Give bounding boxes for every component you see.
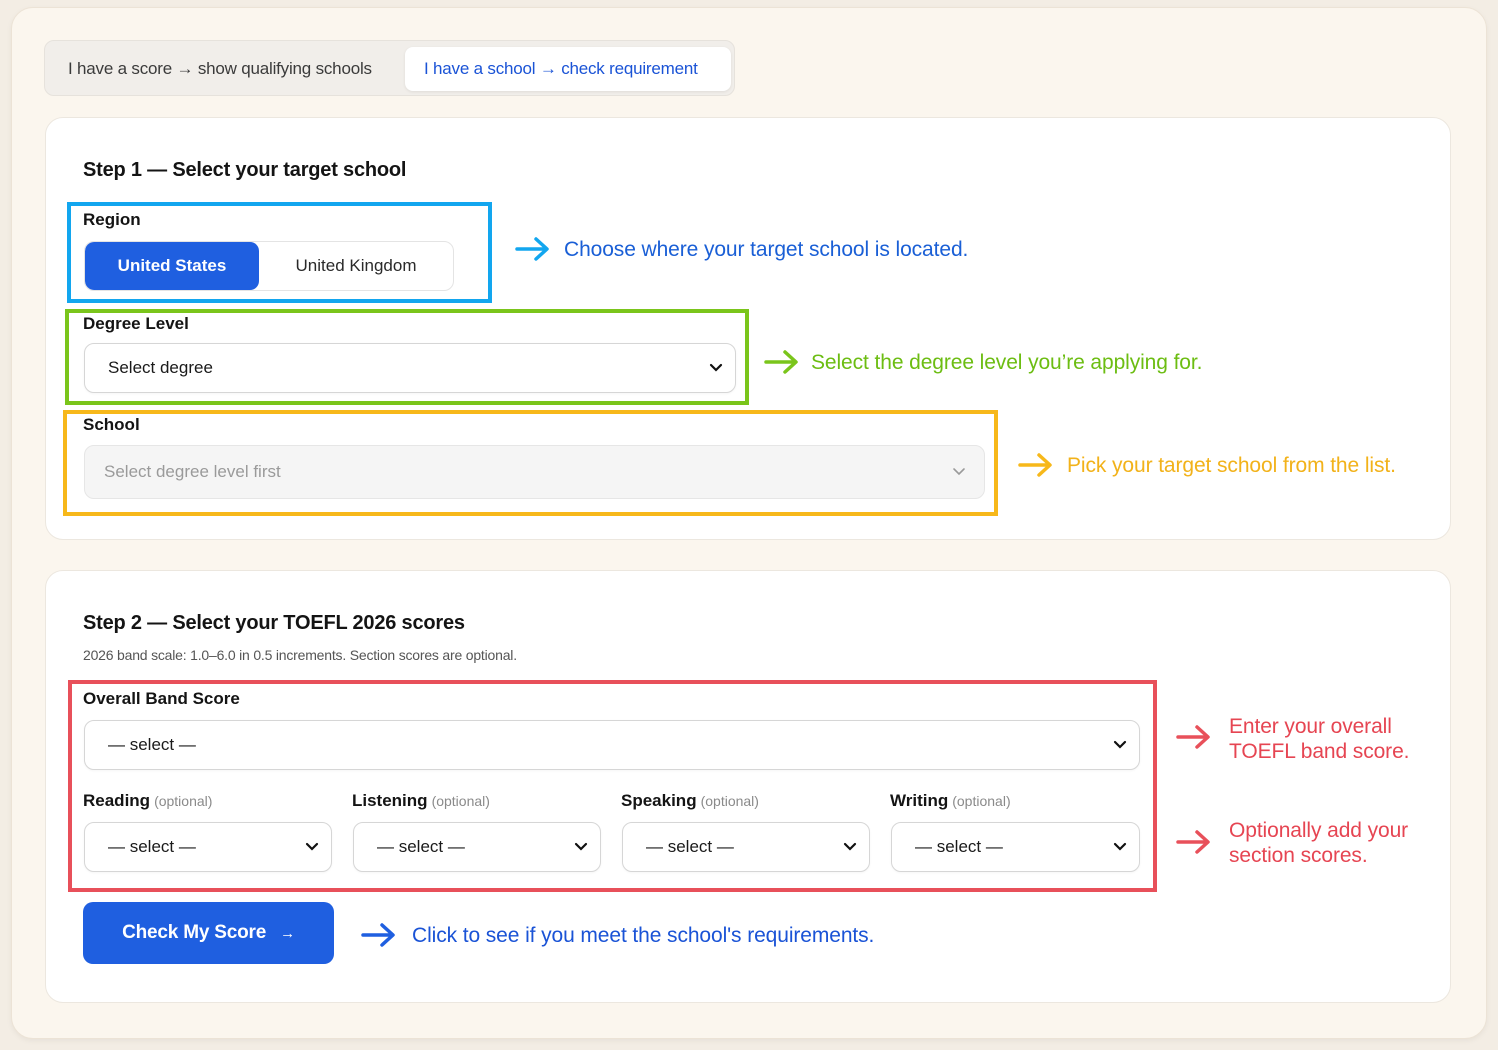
mode-toggle: I have a score → show qualifying schools… — [44, 40, 735, 96]
arrow-right-icon: → — [280, 924, 295, 942]
region-annotation: Choose where your target school is locat… — [564, 238, 969, 261]
arrow-right-icon — [361, 923, 395, 947]
degree-annotation: Select the degree level you’re applying … — [811, 351, 1203, 374]
arrow-right-icon — [1018, 453, 1052, 477]
overall-annotation: Enter your overall TOEFL band score. — [1229, 714, 1409, 764]
region-highlight — [67, 202, 492, 303]
degree-highlight — [65, 309, 749, 405]
arrow-right-icon — [764, 350, 798, 374]
arrow-right-icon — [515, 237, 549, 261]
check-my-score-label: Check My Score — [122, 922, 267, 943]
school-annotation: Pick your target school from the list. — [1067, 454, 1396, 477]
mode-option-score[interactable]: I have a score → show qualifying schools — [68, 47, 372, 91]
step2-subtitle: 2026 band scale: 1.0–6.0 in 0.5 incremen… — [83, 647, 517, 663]
mode-option-school[interactable]: I have a school → check requirement — [405, 47, 731, 91]
overall-annotation-line1: Enter your overall — [1229, 715, 1392, 738]
scores-highlight — [68, 680, 1157, 892]
sections-annotation: Optionally add your section scores. — [1229, 818, 1408, 868]
sections-annotation-line1: Optionally add your — [1229, 819, 1409, 842]
check-my-score-button[interactable]: Check My Score → — [83, 902, 334, 964]
cta-annotation: Click to see if you meet the school's re… — [412, 924, 875, 947]
arrow-right-icon — [1176, 725, 1210, 749]
overall-annotation-line2: TOEFL band score. — [1229, 740, 1410, 763]
step1-title: Step 1 — Select your target school — [83, 159, 407, 181]
step2-title: Step 2 — Select your TOEFL 2026 scores — [83, 612, 465, 634]
school-highlight — [63, 410, 998, 516]
sections-annotation-line2: section scores. — [1229, 844, 1368, 867]
arrow-right-icon — [1176, 830, 1210, 854]
